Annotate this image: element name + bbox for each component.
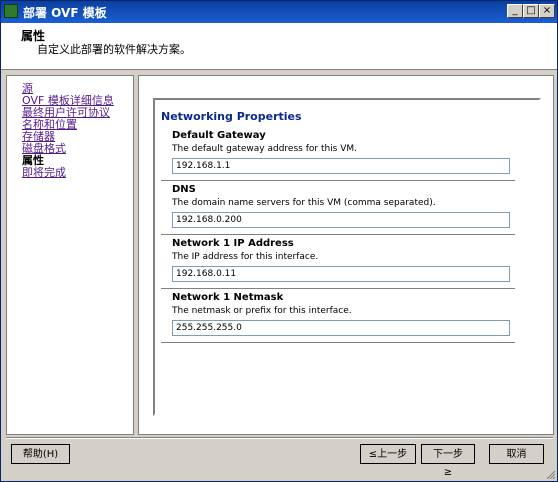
resize-grip-icon[interactable] [545, 469, 555, 479]
wizard-steps-sidebar: 源 OVF 模板详细信息 最终用户许可协议 名称和位置 存储器 磁盘格式 属性 … [6, 75, 134, 435]
title-bar[interactable]: 部署 OVF 模板 _ □ × [1, 1, 557, 23]
ip-address-input[interactable] [172, 266, 510, 282]
minimize-button[interactable]: _ [507, 4, 523, 18]
netmask-input[interactable] [172, 320, 510, 336]
content-area: Networking Properties Default Gateway Th… [138, 75, 554, 435]
page-subtitle: 自定义此部署的软件解决方案。 [37, 43, 191, 56]
property-description: The domain name servers for this VM (com… [172, 198, 436, 208]
property-label: DNS [172, 184, 196, 195]
deploy-ovf-dialog: 部署 OVF 模板 _ □ × 属性 自定义此部署的软件解决方案。 源 OVF … [0, 0, 558, 482]
panel-title: Networking Properties [161, 110, 302, 123]
footer-divider [6, 437, 553, 439]
property-label: Default Gateway [172, 130, 266, 141]
property-description: The default gateway address for this VM. [172, 144, 358, 154]
cancel-button[interactable]: 取消 [489, 444, 544, 464]
divider [161, 234, 515, 236]
property-default-gateway: Default Gateway The default gateway addr… [161, 130, 515, 178]
window-title: 部署 OVF 模板 [23, 6, 107, 20]
default-gateway-input[interactable] [172, 158, 510, 174]
property-description: The netmask or prefix for this interface… [172, 306, 352, 316]
help-button[interactable]: 帮助(H) [11, 444, 70, 464]
next-button[interactable]: 下一步 ≥ [421, 444, 475, 478]
property-dns: DNS The domain name servers for this VM … [161, 184, 515, 232]
divider [161, 342, 515, 344]
step-ready-to-complete[interactable]: 即将完成 [22, 164, 66, 180]
property-netmask: Network 1 Netmask The netmask or prefix … [161, 292, 515, 340]
close-button[interactable]: × [539, 4, 555, 18]
property-label: Network 1 Netmask [172, 292, 284, 303]
property-description: The IP address for this interface. [172, 252, 319, 262]
divider [161, 288, 515, 290]
page-header: 属性 自定义此部署的软件解决方案。 [1, 23, 557, 70]
back-button[interactable]: ≤上一步 [360, 444, 416, 464]
property-ip-address: Network 1 IP Address The IP address for … [161, 238, 515, 286]
maximize-button[interactable]: □ [523, 4, 539, 18]
property-label: Network 1 IP Address [172, 238, 294, 249]
divider [161, 180, 515, 182]
properties-panel: Networking Properties Default Gateway Th… [153, 98, 541, 416]
app-icon [4, 4, 18, 18]
dns-input[interactable] [172, 212, 510, 228]
